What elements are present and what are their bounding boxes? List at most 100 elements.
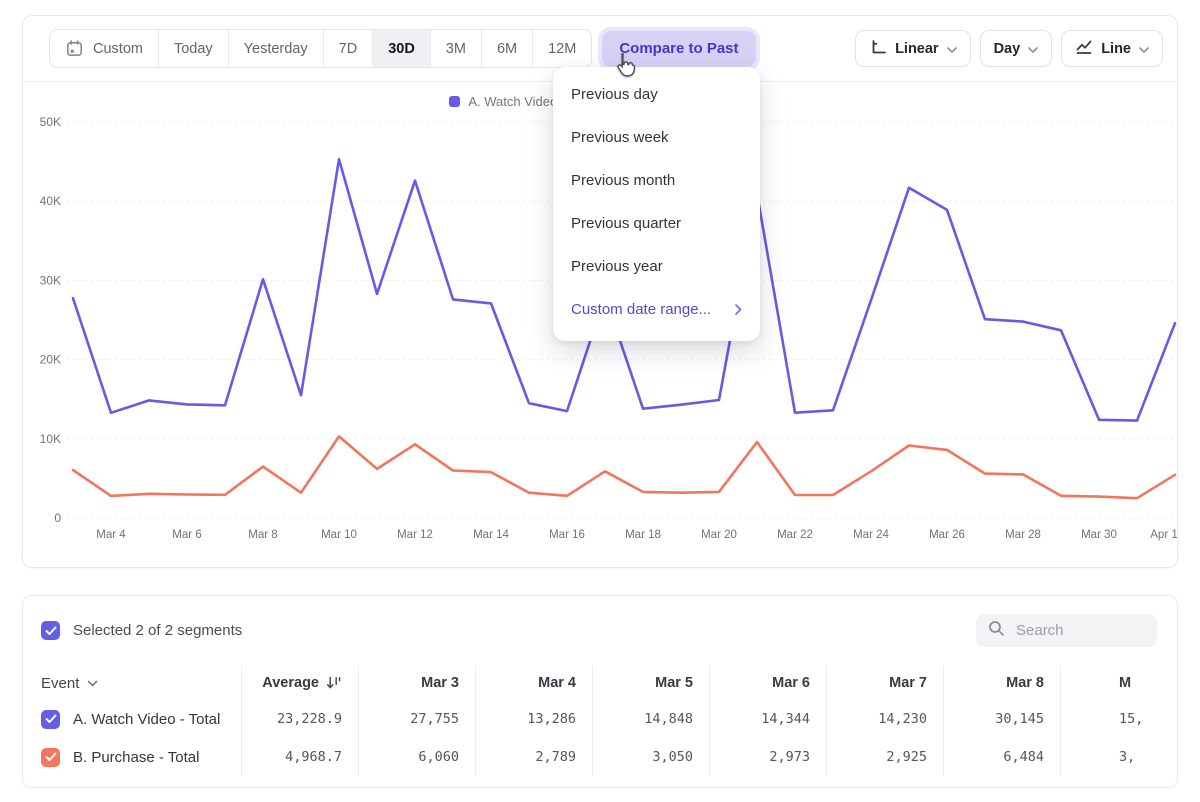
date-range-control: Custom Today Yesterday 7D 30D 3M 6M 12M	[49, 29, 592, 68]
x-axis-tick-label: Mar 26	[929, 529, 965, 541]
scale-dropdown[interactable]: Linear	[855, 30, 971, 67]
granularity-dropdown[interactable]: Day	[980, 30, 1053, 67]
y-axis-tick-label: 30K	[40, 273, 61, 287]
event-column-header[interactable]: Event	[23, 666, 241, 700]
range-label: 6M	[497, 41, 517, 57]
range-button-custom[interactable]: Custom	[50, 30, 158, 67]
range-button-6m[interactable]: 6M	[481, 30, 532, 67]
x-axis-tick-label: Mar 12	[397, 529, 433, 541]
x-axis-tick-label: Mar 8	[248, 529, 277, 541]
y-axis-tick-label: 50K	[40, 115, 61, 129]
check-icon	[45, 714, 57, 724]
select-all-checkbox[interactable]	[41, 621, 60, 640]
series-line-purchase[interactable]	[73, 436, 1175, 498]
chevron-down-icon	[1028, 41, 1038, 57]
menu-item-previous-week[interactable]: Previous week	[553, 116, 760, 159]
value-cell: 14,344	[709, 700, 826, 738]
value-cell: 14,848	[592, 700, 709, 738]
date-column-header[interactable]: Mar 4	[475, 666, 592, 700]
check-icon	[45, 626, 57, 636]
table-row-b: B. Purchase - Total4,968.76,0602,7893,05…	[23, 738, 1177, 776]
segment-checkbox[interactable]	[41, 710, 60, 729]
search-box[interactable]	[976, 614, 1157, 647]
menu-item-previous-month[interactable]: Previous month	[553, 159, 760, 202]
range-label: Yesterday	[244, 41, 308, 57]
legend-swatch	[449, 96, 460, 107]
average-cell: 4,968.7	[241, 738, 358, 776]
event-header-label: Event	[41, 675, 79, 692]
date-column-header[interactable]: Mar 6	[709, 666, 826, 700]
table-row-a: A. Watch Video - Total 23,228.927,75513,2…	[23, 700, 1177, 738]
sort-descending-icon	[326, 676, 342, 690]
segments-table-card: Selected 2 of 2 segments Event Average Mar…	[22, 595, 1178, 788]
x-axis-tick-label: Mar 30	[1081, 529, 1117, 541]
date-column-header[interactable]: Mar 3	[358, 666, 475, 700]
value-cell-truncated: 3,	[1060, 738, 1177, 776]
x-axis-tick-label: Mar 28	[1005, 529, 1041, 541]
menu-item-previous-day[interactable]: Previous day	[553, 73, 760, 116]
search-input[interactable]	[1014, 621, 1145, 640]
calendar-icon	[65, 39, 84, 58]
y-axis-tick-label: 10K	[40, 432, 61, 446]
chevron-down-icon	[947, 41, 957, 57]
average-header-label: Average	[262, 675, 319, 691]
range-button-3m[interactable]: 3M	[430, 30, 481, 67]
x-axis-tick-label: Mar 24	[853, 529, 889, 541]
segments-table: Event Average Mar 3Mar 4Mar 5Mar 6Mar 7Mar…	[23, 666, 1177, 776]
x-axis-tick-label: Mar 14	[473, 529, 509, 541]
range-button-today[interactable]: Today	[158, 30, 228, 67]
value-cell: 27,755	[358, 700, 475, 738]
scale-label: Linear	[895, 41, 939, 57]
chevron-right-icon	[735, 304, 742, 315]
linear-axis-icon	[869, 38, 887, 60]
table-header-row: Event Average Mar 3Mar 4Mar 5Mar 6Mar 7Mar…	[23, 666, 1177, 700]
custom-date-range-label: Custom date range...	[571, 301, 711, 318]
average-cell: 23,228.9	[241, 700, 358, 738]
y-axis-tick-label: 0	[54, 511, 61, 525]
menu-item-previous-year[interactable]: Previous year	[553, 245, 760, 288]
y-axis-tick-label: 20K	[40, 353, 61, 367]
range-label: Today	[174, 41, 213, 57]
range-button-30d[interactable]: 30D	[372, 30, 430, 67]
average-column-header[interactable]: Average	[241, 666, 358, 700]
date-column-header[interactable]: Mar 5	[592, 666, 709, 700]
date-column-header-truncated[interactable]: M	[1060, 666, 1177, 700]
x-axis-tick-label: Mar 20	[701, 529, 737, 541]
value-cell: 13,286	[475, 700, 592, 738]
range-button-7d[interactable]: 7D	[323, 30, 373, 67]
chevron-down-icon	[1139, 41, 1149, 57]
date-column-header[interactable]: Mar 8	[943, 666, 1060, 700]
chevron-down-icon	[87, 680, 98, 687]
value-cell: 30,145	[943, 700, 1060, 738]
chart-type-label: Line	[1101, 41, 1131, 57]
menu-item-previous-quarter[interactable]: Previous quarter	[553, 202, 760, 245]
granularity-label: Day	[994, 41, 1021, 57]
segment-checkbox[interactable]	[41, 748, 60, 767]
range-button-yesterday[interactable]: Yesterday	[228, 30, 323, 67]
x-axis-tick-label: Apr 1	[1150, 529, 1178, 541]
value-cell: 6,484	[943, 738, 1060, 776]
selected-segments-label: Selected 2 of 2 segments	[73, 622, 242, 639]
cursor-pointer-icon	[612, 52, 637, 80]
range-label: 12M	[548, 41, 576, 57]
range-label: 30D	[388, 41, 415, 57]
value-cell: 14,230	[826, 700, 943, 738]
compare-to-past-menu: Previous dayPrevious weekPrevious monthP…	[553, 67, 760, 341]
segment-label: B. Purchase - Total	[73, 749, 199, 766]
range-label: 3M	[446, 41, 466, 57]
check-icon	[45, 752, 57, 762]
menu-item-custom-date-range[interactable]: Custom date range...	[553, 288, 760, 331]
value-cell: 2,925	[826, 738, 943, 776]
x-axis-tick-label: Mar 10	[321, 529, 357, 541]
x-axis-tick-label: Mar 6	[172, 529, 201, 541]
segment-label: A. Watch Video - Total	[73, 711, 220, 728]
segment-cell: A. Watch Video - Total	[23, 700, 241, 738]
segment-cell: B. Purchase - Total	[23, 738, 241, 776]
range-label: 7D	[339, 41, 358, 57]
date-column-header[interactable]: Mar 7	[826, 666, 943, 700]
value-cell: 3,050	[592, 738, 709, 776]
range-button-12m[interactable]: 12M	[532, 30, 591, 67]
chart-type-dropdown[interactable]: Line	[1061, 30, 1163, 67]
value-cell-truncated: 15,	[1060, 700, 1177, 738]
range-label: Custom	[93, 41, 143, 57]
